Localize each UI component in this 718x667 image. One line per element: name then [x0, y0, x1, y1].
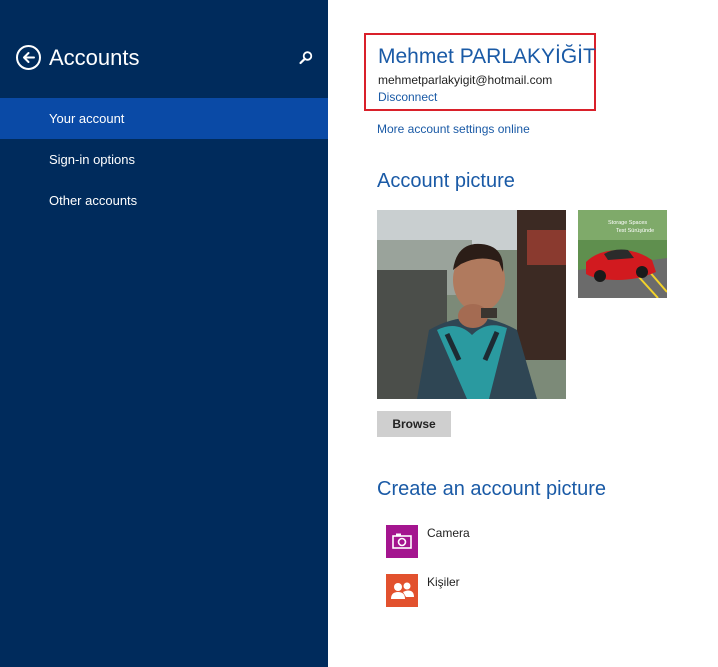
- more-account-settings-link[interactable]: More account settings online: [377, 122, 530, 136]
- kisiler-label: Kişiler: [427, 575, 460, 589]
- account-picture-title: Account picture: [377, 170, 515, 192]
- page-title: Accounts: [49, 45, 140, 70]
- app-item-kisiler[interactable]: Kişiler: [386, 574, 626, 608]
- browse-button[interactable]: Browse: [377, 411, 451, 437]
- sidebar-item-sign-in-options[interactable]: Sign-in options: [0, 139, 328, 180]
- sidebar-item-your-account[interactable]: Your account: [0, 98, 328, 139]
- people-icon: [386, 574, 418, 607]
- account-picture-previous[interactable]: Storage Spaces Test Sürüşünde: [578, 210, 667, 298]
- app-item-camera[interactable]: Camera: [386, 525, 626, 559]
- car-photo: Storage Spaces Test Sürüşünde: [578, 210, 667, 298]
- sidebar-nav: Your account Sign-in options Other accou…: [0, 98, 328, 221]
- sidebar-header: Accounts: [16, 44, 316, 74]
- back-button[interactable]: [16, 45, 41, 70]
- camera-label: Camera: [427, 526, 470, 540]
- search-icon: [299, 51, 313, 65]
- disconnect-link[interactable]: Disconnect: [378, 90, 437, 104]
- sidebar: Accounts Your account Sign-in options Ot…: [0, 0, 328, 667]
- main-content: Mehmet PARLAKYİĞİT mehmetparlakyigit@hot…: [328, 0, 718, 667]
- camera-tile: [386, 525, 418, 558]
- create-account-picture-title: Create an account picture: [377, 478, 607, 500]
- back-arrow-icon: [23, 52, 35, 63]
- people-tile: [386, 574, 418, 607]
- car-caption-line1: Storage Spaces: [608, 220, 647, 226]
- account-email: mehmetparlakyigit@hotmail.com: [378, 73, 553, 87]
- camera-icon: [386, 525, 418, 558]
- profile-photo: [377, 210, 566, 399]
- search-button[interactable]: [298, 50, 314, 66]
- sidebar-item-other-accounts[interactable]: Other accounts: [0, 180, 328, 221]
- account-picture-current: [377, 210, 566, 399]
- account-name: Mehmet PARLAKYİĞİT: [378, 45, 596, 68]
- car-caption-line2: Test Sürüşünde: [616, 228, 654, 234]
- account-info-box: Mehmet PARLAKYİĞİT mehmetparlakyigit@hot…: [364, 33, 596, 111]
